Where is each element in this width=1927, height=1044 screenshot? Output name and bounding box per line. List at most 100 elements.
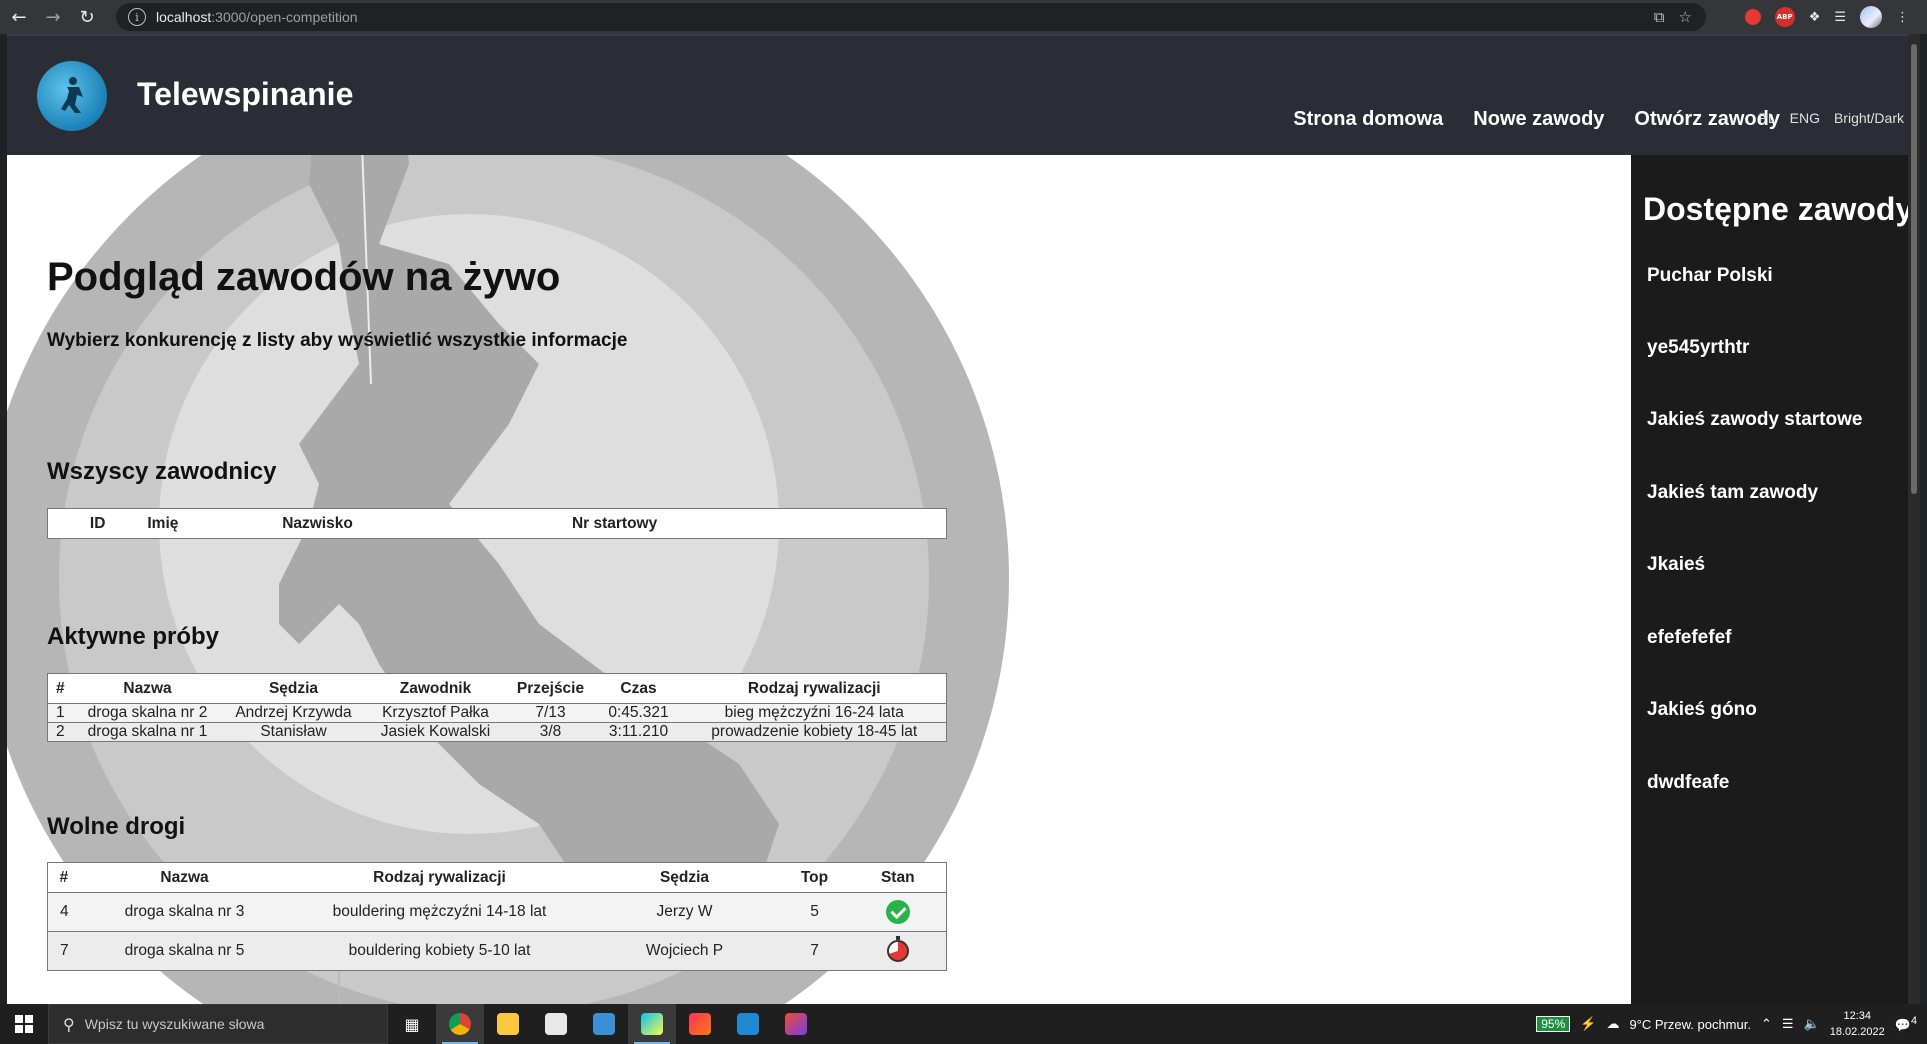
free-routes-table: # Nazwa Rodzaj rywalizacji Sędzia Top St… [47,862,947,971]
taskbar-search[interactable]: ⚲ Wpisz tu wyszukiwane słowa [48,1004,388,1044]
sidebar-title: Dostępne zawody [1643,191,1914,227]
language-switcher: PL ENG Bright/Dark [1759,110,1905,126]
col-progress: Przejście [506,673,595,704]
volume-icon[interactable]: 🔈 [1804,1016,1820,1032]
sidebar-item[interactable]: Jakieś góno [1647,699,1757,721]
sidebar-item[interactable]: Puchar Polski [1647,265,1773,287]
star-icon[interactable]: ☆ [1679,8,1692,26]
weather-icon[interactable]: ☁ [1606,1016,1619,1032]
app-header: Telewspinanie Strona domowa Nowe zawody … [7,34,1920,155]
file-explorer-icon[interactable] [484,1004,532,1044]
col-name: Nazwa [72,673,223,704]
url-path: :3000/open-competition [211,9,358,25]
cell: 0:45.321 [594,703,683,723]
mail-icon[interactable] [580,1004,628,1044]
nav-new-competition[interactable]: Nowe zawody [1473,108,1604,131]
adblock-icon[interactable]: ABP [1774,7,1795,27]
clock-date: 18.02.2022 [1829,1026,1885,1038]
sidebar-item[interactable]: Jakieś tam zawody [1647,482,1818,504]
share-icon[interactable]: ⧉ [1654,8,1665,26]
url-host: localhost [156,9,212,25]
forward-icon[interactable]: → [38,2,68,32]
tray-chevron-icon[interactable]: ⌃ [1761,1016,1772,1032]
cell: 7/13 [506,703,595,723]
sidebar-item[interactable]: Jakieś zawody startowe [1647,409,1862,431]
extension-red-icon[interactable] [1744,9,1761,25]
nav-home[interactable]: Strona domowa [1293,108,1443,131]
url-text[interactable]: localhost:3000/open-competition [156,9,358,25]
theme-toggle[interactable]: Bright/Dark [1834,110,1904,126]
search-icon: ⚲ [63,1014,75,1034]
col-start-number: Nr startowy [511,508,947,539]
page-viewport: Telewspinanie Strona domowa Nowe zawody … [7,34,1920,1004]
lang-eng[interactable]: ENG [1790,110,1820,126]
cell: prowadzenie kobiety 18-45 lat [682,722,947,742]
menu-icon[interactable]: ⋮ [1896,10,1909,25]
task-view-icon[interactable]: ▦ [388,1004,436,1044]
sidebar-item[interactable]: efefefefef [1647,627,1731,649]
cell: 3:11.210 [594,722,683,742]
cell [849,931,947,971]
profile-avatar[interactable] [1860,6,1882,28]
timer-icon [886,936,909,962]
free-routes-heading: Wolne drogi [47,813,186,840]
git-app-icon[interactable] [772,1004,820,1044]
windows-start-icon[interactable] [0,1004,48,1044]
intellij-icon[interactable] [676,1004,724,1044]
active-attempts-table: # Nazwa Sędzia Zawodnik Przejście Czas R… [47,673,947,742]
reading-list-icon[interactable]: ☰ [1834,10,1846,25]
logo[interactable] [37,61,107,131]
battery-indicator[interactable]: 95% [1536,1016,1571,1032]
weather-text[interactable]: 9°C Przew. pochmur. [1629,1017,1751,1032]
sidebar-item[interactable]: dwdfeafe [1647,772,1729,794]
cell: droga skalna nr 3 [79,892,290,932]
back-icon[interactable]: ← [4,2,34,32]
sidebar-item[interactable]: ye545yrthtr [1647,337,1749,359]
cell: 3/8 [506,722,595,742]
col-number: # [47,673,73,704]
webstorm-icon[interactable] [628,1004,676,1044]
puzzle-icon[interactable]: ❖ [1809,10,1821,25]
page-title: Podgląd zawodów na żywo [47,255,561,299]
info-icon[interactable]: i [128,8,146,26]
reload-icon[interactable]: ↻ [72,2,102,32]
competitions-sidebar: Dostępne zawody Puchar Polski ye545yrtht… [1631,155,1920,1004]
col-name: Nazwa [79,862,290,893]
cell: 5 [779,892,850,932]
chrome-icon[interactable] [436,1004,484,1044]
col-id: ID [47,508,148,539]
page-subtitle: Wybierz konkurencję z listy aby wyświetl… [47,330,628,351]
col-number: # [47,862,80,893]
col-top: Top [779,862,850,893]
scrollbar[interactable] [1908,34,1920,1004]
search-placeholder: Wpisz tu wyszukiwane słowa [84,1016,265,1032]
table-row[interactable]: 7 droga skalna nr 5 bouldering kobiety 5… [47,931,947,971]
cell: Wojciech P [589,931,780,971]
sidebar-item[interactable]: Jkaieś [1647,554,1705,576]
notifications-icon[interactable]: 💬4 [1895,1015,1917,1033]
notifications-count: 4 [1910,1014,1917,1027]
active-attempts-heading: Aktywne próby [47,623,220,650]
network-icon[interactable]: ☰ [1782,1016,1794,1032]
address-bar[interactable]: i localhost:3000/open-competition ⧉ ☆ [116,3,1706,31]
lang-pl[interactable]: PL [1759,110,1776,126]
cell: Krzysztof Pałka [364,703,507,723]
store-icon[interactable] [532,1004,580,1044]
clock[interactable]: 12:34 18.02.2022 [1830,1008,1885,1040]
vscode-icon[interactable] [724,1004,772,1044]
col-time: Czas [594,673,683,704]
cell: Jerzy W [589,892,780,932]
table-row[interactable]: 1 droga skalna nr 2 Andrzej Krzywda Krzy… [47,703,947,723]
table-row[interactable]: 4 droga skalna nr 3 bouldering mężczyźni… [47,892,947,932]
col-first-name: Imię [147,508,283,539]
col-category: Rodzaj rywalizacji [289,862,590,893]
cell: bouldering mężczyźni 14-18 lat [289,892,590,932]
scrollbar-thumb[interactable] [1911,44,1917,494]
climber-logo-icon [61,77,83,113]
cell: droga skalna nr 2 [72,703,223,723]
cell: droga skalna nr 5 [79,931,290,971]
cell: Andrzej Krzywda [222,703,365,723]
table-row[interactable]: 2 droga skalna nr 1 Stanisław Jasiek Kow… [47,722,947,742]
brand-title[interactable]: Telewspinanie [137,76,353,113]
browser-toolbar: ← → ↻ i localhost:3000/open-competition … [0,0,1927,34]
